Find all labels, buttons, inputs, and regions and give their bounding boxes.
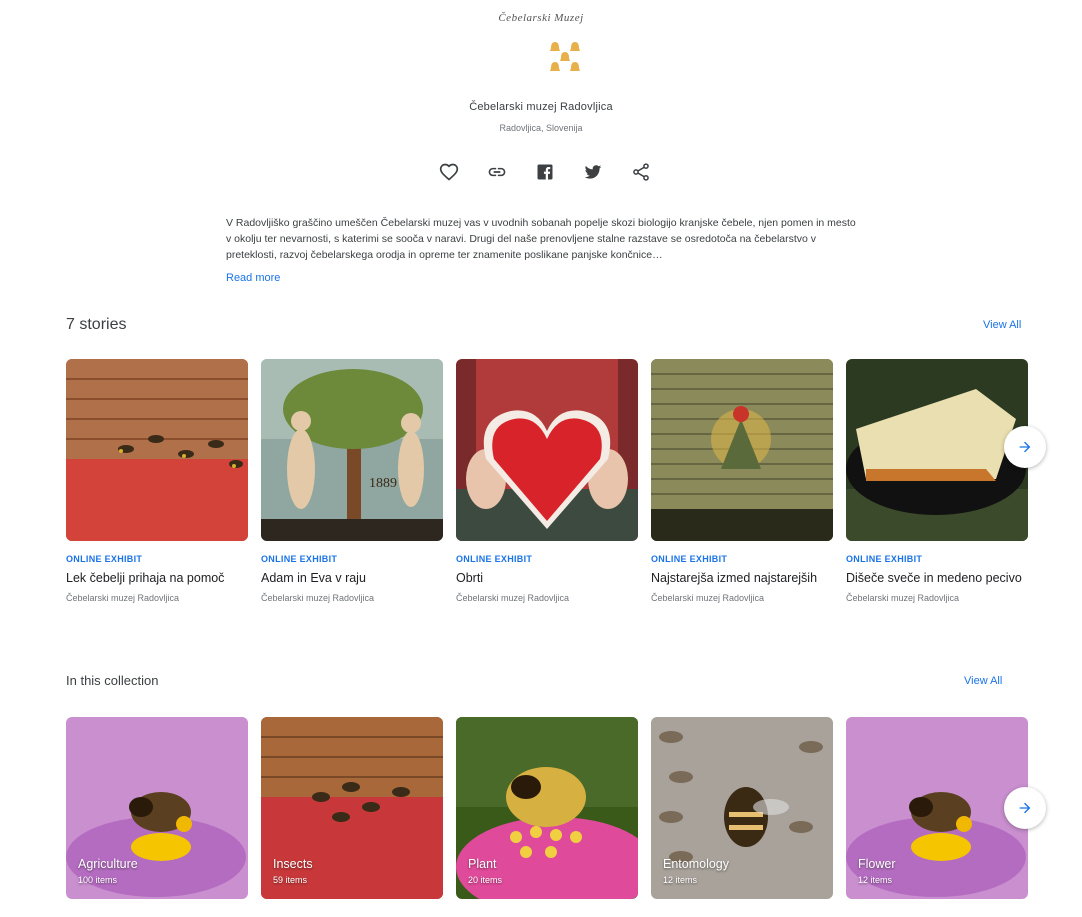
arrow-right-icon bbox=[1019, 802, 1031, 814]
collection-label: Insects bbox=[273, 857, 313, 871]
read-more-link[interactable]: Read more bbox=[226, 272, 280, 284]
stories-carousel: ONLINE EXHIBIT Lek čebelji prihaja na po… bbox=[66, 359, 1028, 603]
stories-view-all-link[interactable]: View All bbox=[983, 319, 1021, 331]
twitter-icon[interactable] bbox=[581, 160, 605, 184]
bells-logo-icon bbox=[550, 42, 580, 71]
story-title: Obrti bbox=[456, 571, 484, 585]
collection-carousel: Agriculture 100 items Insects 59 items P… bbox=[66, 717, 1028, 899]
story-title: Najstarejša izmed najstarejših bbox=[651, 571, 818, 585]
collection-count: 12 items bbox=[858, 875, 893, 885]
story-owner: Čebelarski muzej Radovljica bbox=[846, 593, 960, 603]
story-owner: Čebelarski muzej Radovljica bbox=[456, 593, 570, 603]
collection-card[interactable]: Agriculture 100 items bbox=[66, 717, 248, 899]
story-badge: ONLINE EXHIBIT bbox=[66, 554, 143, 564]
story-card[interactable]: ONLINE EXHIBIT Lek čebelji prihaja na po… bbox=[66, 359, 248, 603]
collection-card[interactable]: Entomology 12 items bbox=[651, 717, 833, 899]
story-title: Adam in Eva v raju bbox=[261, 571, 366, 585]
story-badge: ONLINE EXHIBIT bbox=[651, 554, 728, 564]
collection-view-all-link[interactable]: View All bbox=[964, 675, 1002, 687]
collection-count: 59 items bbox=[273, 875, 308, 885]
collection-card[interactable]: Flower 12 items bbox=[846, 717, 1028, 899]
story-owner: Čebelarski muzej Radovljica bbox=[651, 593, 765, 603]
story-card[interactable]: ONLINE EXHIBIT Najstarejša izmed najstar… bbox=[651, 359, 833, 603]
collection-thumbnail: Agriculture 100 items bbox=[66, 717, 248, 899]
collection-count: 100 items bbox=[78, 875, 118, 885]
collection-thumbnail: Flower 12 items bbox=[846, 717, 1028, 899]
collection-thumbnail: Entomology 12 items bbox=[651, 717, 833, 899]
collection-label: Plant bbox=[468, 857, 497, 871]
collection-label: Agriculture bbox=[78, 857, 138, 871]
story-thumbnail bbox=[66, 359, 248, 541]
story-title: Lek čebelji prihaja na pomoč bbox=[66, 571, 225, 585]
link-icon[interactable] bbox=[485, 160, 509, 184]
story-thumbnail bbox=[456, 359, 638, 541]
collection-count: 12 items bbox=[663, 875, 698, 885]
collection-label: Flower bbox=[858, 857, 896, 871]
logo-text: Čebelarski Muzej bbox=[498, 12, 584, 24]
collection-card[interactable]: Plant 20 items bbox=[456, 717, 638, 899]
story-title: Dišeče sveče in medeno pecivo bbox=[846, 571, 1022, 585]
arrow-right-icon bbox=[1019, 441, 1031, 453]
museum-description: V Radovljiško graščino umeščen Čebelarsk… bbox=[226, 217, 856, 261]
story-badge: ONLINE EXHIBIT bbox=[261, 554, 338, 564]
story-card[interactable]: ONLINE EXHIBIT Obrti Čebelarski muzej Ra… bbox=[456, 359, 638, 603]
collection-thumbnail: Insects 59 items bbox=[261, 717, 443, 899]
story-owner: Čebelarski muzej Radovljica bbox=[261, 593, 375, 603]
story-card[interactable]: ONLINE EXHIBIT Dišeče sveče in medeno pe… bbox=[846, 359, 1028, 603]
collection-thumbnail: Plant 20 items bbox=[456, 717, 638, 899]
svg-text:1889: 1889 bbox=[369, 476, 397, 491]
collection-heading: In this collection bbox=[66, 673, 159, 688]
collection-card[interactable]: Insects 59 items bbox=[261, 717, 443, 899]
story-thumbnail: 1889 bbox=[261, 359, 443, 541]
stories-next-button[interactable] bbox=[1004, 426, 1046, 468]
institution-location: Radovljica, Slovenija bbox=[499, 123, 583, 133]
story-thumbnail bbox=[651, 359, 833, 541]
story-badge: ONLINE EXHIBIT bbox=[456, 554, 533, 564]
story-badge: ONLINE EXHIBIT bbox=[846, 554, 923, 564]
story-owner: Čebelarski muzej Radovljica bbox=[66, 593, 180, 603]
museum-logo: Čebelarski Muzej bbox=[0, 8, 1082, 26]
story-card[interactable]: 1889 ONLINE EXHIBIT Adam in Eva v raju Č… bbox=[261, 359, 443, 603]
collection-label: Entomology bbox=[663, 857, 730, 871]
action-bar bbox=[437, 160, 653, 184]
share-icon[interactable] bbox=[629, 160, 653, 184]
collection-next-button[interactable] bbox=[1004, 787, 1046, 829]
institution-name: Čebelarski muzej Radovljica bbox=[469, 101, 613, 113]
facebook-icon[interactable] bbox=[533, 160, 557, 184]
collection-count: 20 items bbox=[468, 875, 503, 885]
story-thumbnail bbox=[846, 359, 1028, 541]
heart-icon[interactable] bbox=[437, 160, 461, 184]
stories-heading: 7 stories bbox=[66, 316, 127, 333]
